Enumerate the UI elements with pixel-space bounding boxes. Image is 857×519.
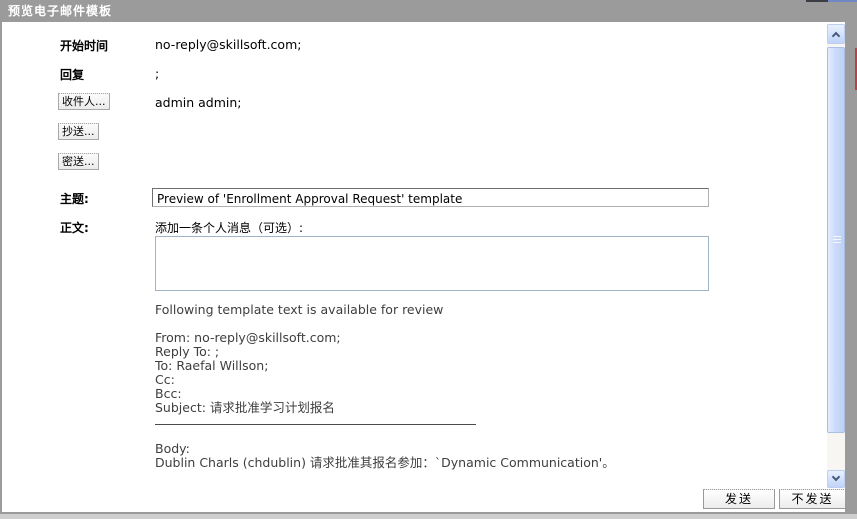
dialog-title: 预览电子邮件模板 xyxy=(0,0,845,22)
dialog-content: 开始时间 no-reply@skillsoft.com; 回复 ; 收件人...… xyxy=(2,22,845,512)
bcc-button[interactable]: 密送... xyxy=(58,153,99,170)
vertical-scrollbar[interactable] xyxy=(827,24,845,488)
window-bottom-edge xyxy=(0,514,857,519)
preview-to-line: To: Raefal Willson; xyxy=(155,358,269,373)
preview-body-text: Dublin Charls (chdublin) 请求批准其报名参加：`Dyna… xyxy=(155,455,615,470)
to-value: admin admin; xyxy=(155,95,242,110)
screen-edge-artifact xyxy=(828,0,857,2)
personal-message-textarea[interactable] xyxy=(155,236,709,291)
chevron-up-icon xyxy=(831,31,841,41)
cc-button[interactable]: 抄送... xyxy=(58,123,99,140)
scrollbar-grip-icon xyxy=(833,236,841,245)
scroll-up-button[interactable] xyxy=(827,24,845,44)
scroll-down-button[interactable] xyxy=(827,470,845,488)
screen-edge-artifact xyxy=(806,0,828,2)
preview-cc-line: Cc: xyxy=(155,372,175,387)
preview-intro: Following template text is available for… xyxy=(155,302,444,317)
from-label: 开始时间 xyxy=(60,39,109,53)
chevron-down-icon xyxy=(831,472,841,482)
reply-label: 回复 xyxy=(60,68,85,82)
dont-send-button[interactable]: 不发送 xyxy=(779,489,845,509)
preview-divider xyxy=(155,424,476,425)
subject-label: 主题: xyxy=(60,192,89,206)
preview-body-label: Body: xyxy=(155,441,190,456)
body-label: 正文: xyxy=(60,221,89,235)
template-preview: Following template text is available for… xyxy=(155,303,755,470)
subject-input[interactable] xyxy=(152,188,709,207)
dialog-frame: 预览电子邮件模板 开始时间 no-reply@skillsoft.com; 回复… xyxy=(0,0,857,519)
personal-message-label: 添加一条个人消息（可选）: xyxy=(155,221,304,235)
preview-replyto-line: Reply To: ; xyxy=(155,344,220,359)
preview-bcc-line: Bcc: xyxy=(155,386,182,401)
reply-value: ; xyxy=(155,66,160,81)
scrollbar-thumb[interactable] xyxy=(827,47,845,433)
to-button[interactable]: 收件人... xyxy=(58,93,110,110)
preview-from-line: From: no-reply@skillsoft.com; xyxy=(155,330,341,345)
send-button[interactable]: 发送 xyxy=(703,489,775,509)
from-value: no-reply@skillsoft.com; xyxy=(155,37,302,52)
preview-subject-line: Subject: 请求批准学习计划报名 xyxy=(155,400,335,415)
